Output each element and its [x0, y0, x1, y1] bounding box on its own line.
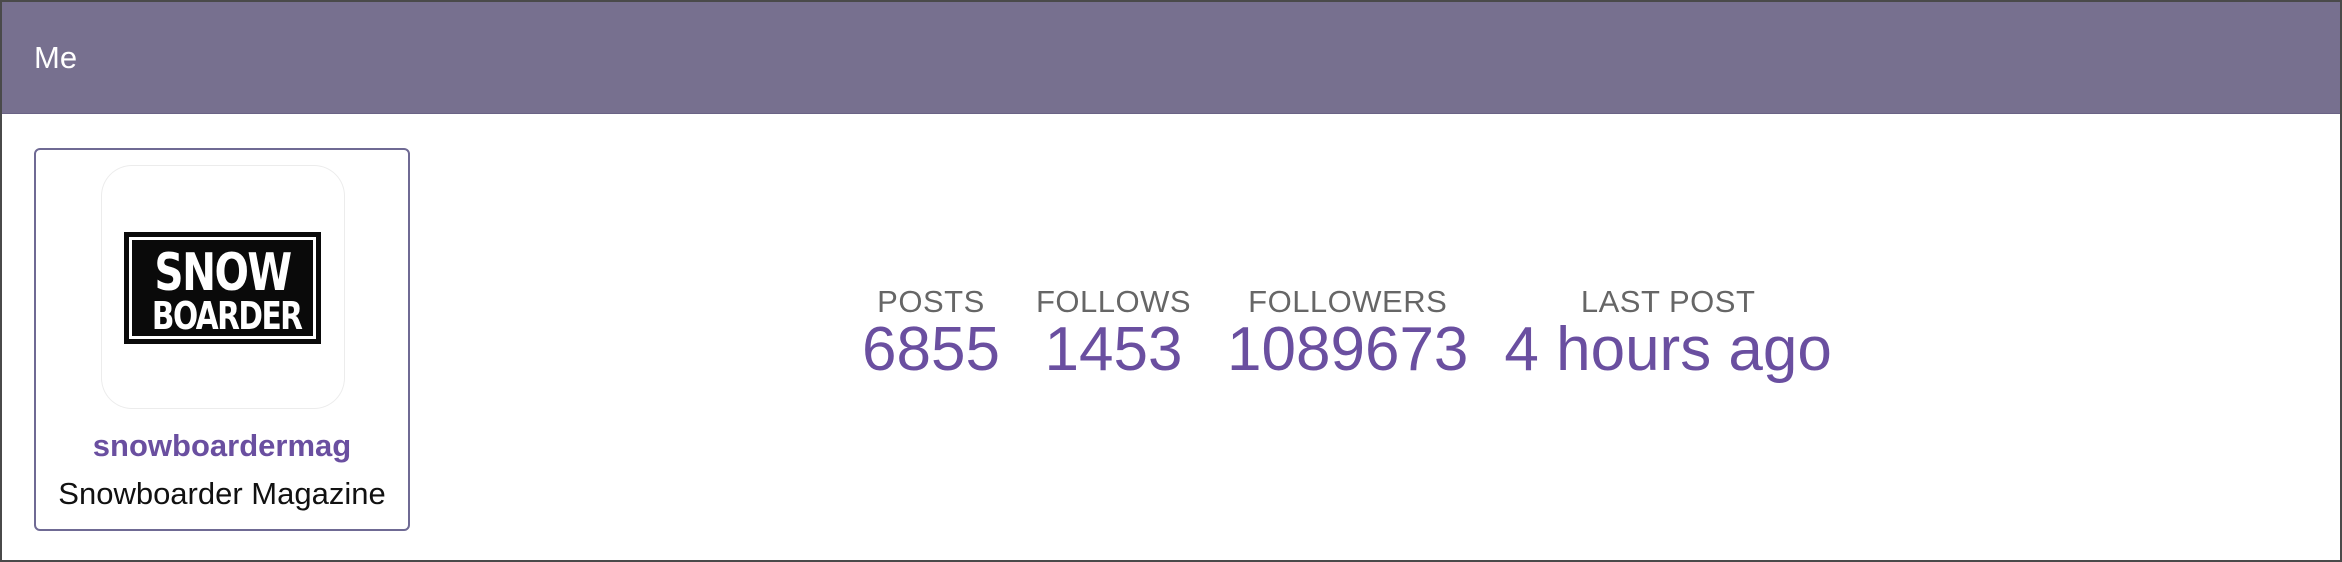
stat-follows: FOLLOWS 1453	[1036, 284, 1191, 382]
panel-title: Me	[34, 40, 78, 75]
stats-row: POSTS 6855 FOLLOWS 1453 FOLLOWERS 108967…	[862, 284, 1868, 382]
avatar[interactable]: SNOW BOARDER	[102, 166, 344, 408]
stat-value: 1453	[1044, 315, 1183, 384]
stat-posts: POSTS 6855	[862, 284, 1000, 382]
full-name: Snowboarder Magazine	[58, 476, 386, 511]
stat-value: 4 hours ago	[1504, 315, 1832, 384]
username-link[interactable]: snowboardermag	[36, 428, 408, 464]
stat-last-post: LAST POST 4 hours ago	[1504, 284, 1831, 382]
logo-text-line2: BOARDER	[151, 294, 303, 338]
stat-value: 1089673	[1227, 315, 1469, 384]
logo-text-line1: SNOW	[154, 243, 292, 303]
stat-value: 6855	[862, 315, 1000, 384]
snowboarder-logo: SNOW BOARDER	[124, 232, 321, 344]
panel-header: Me	[2, 2, 2340, 114]
stat-followers: FOLLOWERS 1089673	[1227, 284, 1468, 382]
profile-card[interactable]: SNOW BOARDER snowboardermag Snowboarder …	[34, 148, 410, 531]
me-panel: Me SNOW BOARDER snowboardermag Snowboard…	[0, 0, 2342, 562]
